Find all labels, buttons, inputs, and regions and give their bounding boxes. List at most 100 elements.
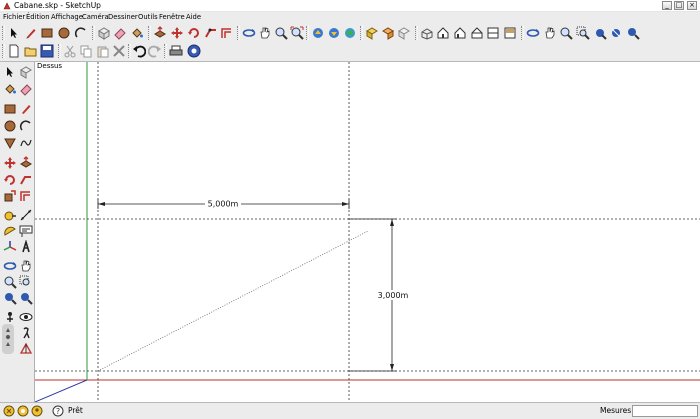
arc-icon[interactable] [19,119,33,133]
paint-bucket-icon[interactable] [130,26,144,40]
toolbar-grip[interactable] [306,26,309,40]
dimension-icon[interactable] [19,208,33,222]
select-icon[interactable] [7,26,21,40]
move-icon[interactable] [170,26,184,40]
tape-measure-icon[interactable] [3,208,17,222]
walk-icon[interactable] [19,326,33,340]
menu-affichage[interactable]: Affichage [51,13,83,22]
offset-icon[interactable] [220,26,234,40]
dimension-label-horizontal[interactable]: 5,000m [208,200,239,209]
component-yellow-icon[interactable] [365,26,379,40]
save-file-icon[interactable] [40,44,54,58]
follow-me-icon[interactable] [19,173,33,187]
close-button[interactable]: × [687,1,697,10]
maximize-button[interactable]: □ [674,1,684,10]
eraser-icon[interactable] [113,26,127,40]
open-file-icon[interactable] [24,44,38,58]
push-pull-icon[interactable] [19,156,33,170]
circle-icon[interactable] [3,119,17,133]
pan-icon[interactable] [258,26,272,40]
menu-outils[interactable]: Outils [138,13,158,22]
menu-aide[interactable]: Aide [186,13,201,22]
next-view-icon[interactable] [609,26,623,40]
push-pull-icon[interactable] [153,26,167,40]
orbit-icon[interactable] [3,259,17,273]
paste-icon[interactable] [96,44,110,58]
move-icon[interactable] [3,156,17,170]
rotate-icon[interactable] [187,26,201,40]
iso-view-icon[interactable] [420,26,434,40]
modeling-viewport[interactable]: 5,000m 3,000m Dessus [35,62,700,402]
toolbar-grip[interactable] [521,26,524,40]
eraser-icon[interactable] [19,82,33,96]
zoom-extents-icon-2[interactable] [626,26,640,40]
previous-view-icon[interactable] [593,26,607,40]
axes-icon[interactable] [3,240,17,254]
look-around-icon[interactable] [19,310,33,324]
pencil-line-icon[interactable] [19,102,33,116]
toolbar-grip[interactable] [2,26,5,40]
toolbar-grip[interactable] [2,44,5,58]
make-component-icon[interactable] [19,65,33,79]
circle-icon[interactable] [57,26,71,40]
toolbar-grip[interactable] [92,26,95,40]
make-component-icon[interactable] [97,26,111,40]
follow-me-icon[interactable] [204,26,218,40]
component-orange-icon[interactable] [381,26,395,40]
toolbar-grip[interactable] [128,44,131,58]
orbit-icon[interactable] [242,26,256,40]
minimize-button[interactable]: _ [662,1,672,10]
geolocation-icon[interactable] [3,405,15,417]
position-camera-icon[interactable] [3,310,17,324]
freehand-icon[interactable] [19,136,33,150]
menu-fenetre[interactable]: Fenêtre [159,13,185,22]
copy-icon[interactable] [79,44,93,58]
undo-icon[interactable] [132,44,146,58]
zoom-icon-2[interactable] [559,26,573,40]
text-icon[interactable] [19,224,33,238]
menu-camera[interactable]: Caméra [82,13,109,22]
left-view-icon[interactable] [503,26,517,40]
pan-icon-2[interactable] [543,26,557,40]
zoom-extents-icon[interactable] [290,26,304,40]
toolbar-grip[interactable] [164,44,167,58]
top-view-icon[interactable] [436,26,450,40]
zoom-extents-icon[interactable] [3,291,17,305]
menu-edition[interactable]: Édition [26,13,50,22]
cut-icon[interactable] [63,44,77,58]
scale-icon[interactable] [3,189,17,203]
get-models-icon[interactable] [311,26,325,40]
zoom-window-icon[interactable] [19,275,33,289]
toolbar-grip[interactable] [415,26,418,40]
zoom-icon[interactable] [274,26,288,40]
front-view-icon[interactable] [453,26,467,40]
polygon-icon[interactable] [3,136,17,150]
google-earth-icon[interactable] [343,26,357,40]
measurements-input[interactable] [632,405,698,417]
menu-dessiner[interactable]: Dessiner [108,13,138,22]
back-view-icon[interactable] [486,26,500,40]
orbit-icon-2[interactable] [526,26,540,40]
print-icon[interactable] [169,44,183,58]
arc-icon[interactable] [74,26,88,40]
toolbar-grip[interactable] [148,26,151,40]
section-plane-icon[interactable] [19,342,33,356]
component-grey-icon[interactable] [397,26,411,40]
delete-icon[interactable] [112,44,126,58]
pencil-line-icon[interactable] [24,26,38,40]
redo-icon[interactable] [148,44,162,58]
dimension-label-vertical[interactable]: 3,000m [378,291,409,300]
credits-icon[interactable] [17,405,29,417]
paint-bucket-icon[interactable] [3,82,17,96]
toolbar-grip[interactable] [237,26,240,40]
protractor-icon[interactable] [3,224,17,238]
previous-view-icon[interactable] [19,291,33,305]
zoom-icon[interactable] [3,275,17,289]
offset-icon[interactable] [19,189,33,203]
zoom-window-icon[interactable] [576,26,590,40]
menu-fichier[interactable]: Fichier [3,13,25,22]
toolbar-grip[interactable] [360,26,363,40]
help-icon[interactable]: ? [52,405,64,417]
share-model-icon[interactable] [327,26,341,40]
3d-text-icon[interactable] [19,240,33,254]
